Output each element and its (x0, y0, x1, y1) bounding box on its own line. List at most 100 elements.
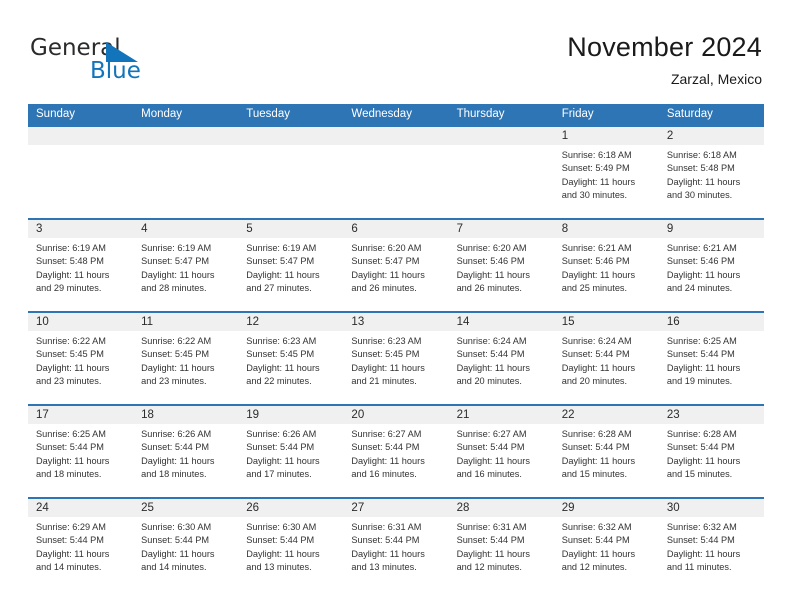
calendar-day-cell[interactable]: 27 Sunrise: 6:31 AM Sunset: 5:44 PM Dayligh… (343, 497, 449, 591)
daylight-duration-line2: and 25 minutes. (561, 282, 628, 293)
calendar-day-cell[interactable]: 13 Sunrise: 6:23 AM Sunset: 5:45 PM Dayligh… (343, 311, 449, 405)
daylight-duration-line1: Daylight: 11 hours (456, 362, 530, 373)
calendar-day-cell[interactable]: 4 Sunrise: 6:19 AM Sunset: 5:47 PM Daylight… (133, 218, 239, 312)
daylight-duration-line1: Daylight: 11 hours (36, 548, 110, 559)
daylight-duration-line2: and 17 minutes. (246, 468, 312, 479)
day-number: 28 (448, 499, 554, 517)
day-details: Sunrise: 6:23 AM Sunset: 5:45 PM Daylight:… (238, 331, 343, 388)
calendar-day-cell[interactable]: 23 Sunrise: 6:28 AM Sunset: 5:44 PM Dayligh… (658, 404, 764, 498)
day-details: Sunrise: 6:22 AM Sunset: 5:45 PM Daylight:… (133, 331, 238, 388)
sunrise-time: Sunrise: 6:19 AM (36, 243, 106, 253)
day-number (448, 127, 554, 145)
calendar-day-cell[interactable]: 11 Sunrise: 6:22 AM Sunset: 5:45 PM Dayligh… (133, 311, 239, 405)
calendar-day-cell[interactable]: 28 Sunrise: 6:31 AM Sunset: 5:44 PM Dayligh… (448, 497, 554, 591)
calendar-day-cell[interactable]: 15 Sunrise: 6:24 AM Sunset: 5:44 PM Dayligh… (553, 311, 659, 405)
daylight-duration-line1: Daylight: 11 hours (36, 269, 110, 280)
day-number: 20 (343, 406, 449, 424)
day-number: 4 (133, 220, 239, 238)
day-number: 3 (28, 220, 134, 238)
calendar-day-cell[interactable]: 17 Sunrise: 6:25 AM Sunset: 5:44 PM Dayligh… (28, 404, 134, 498)
day-number: 8 (553, 220, 659, 238)
sunset-time: Sunset: 5:44 PM (351, 442, 420, 453)
daylight-duration-line1: Daylight: 11 hours (246, 362, 320, 373)
calendar-day-cell[interactable]: 1 Sunrise: 6:18 AM Sunset: 5:49 PM Daylight… (553, 125, 659, 219)
calendar-day-cell[interactable]: 19 Sunrise: 6:26 AM Sunset: 5:44 PM Dayligh… (238, 404, 344, 498)
sunset-time: Sunset: 5:47 PM (141, 256, 210, 267)
calendar-week-row: 1 Sunrise: 6:18 AM Sunset: 5:49 PM Daylight… (28, 125, 764, 219)
sunrise-time: Sunrise: 6:26 AM (141, 429, 212, 439)
day-details: Sunrise: 6:29 AM Sunset: 5:44 PM Daylight:… (28, 517, 133, 574)
day-details: Sunrise: 6:27 AM Sunset: 5:44 PM Daylight:… (449, 424, 554, 481)
sunrise-time: Sunrise: 6:20 AM (351, 243, 422, 253)
day-details: Sunrise: 6:24 AM Sunset: 5:44 PM Daylight:… (554, 331, 659, 388)
calendar-day-cell[interactable]: 16 Sunrise: 6:25 AM Sunset: 5:44 PM Dayligh… (658, 311, 764, 405)
sunset-time: Sunset: 5:47 PM (246, 256, 315, 267)
day-number: 7 (448, 220, 554, 238)
sunrise-time: Sunrise: 6:28 AM (666, 429, 737, 439)
day-details: Sunrise: 6:24 AM Sunset: 5:44 PM Daylight:… (449, 331, 554, 388)
sunset-time: Sunset: 5:44 PM (141, 535, 210, 546)
daylight-duration-line2: and 26 minutes. (351, 282, 417, 293)
daylight-duration-line2: and 30 minutes. (666, 189, 733, 200)
calendar-day-cell[interactable]: 14 Sunrise: 6:24 AM Sunset: 5:44 PM Dayligh… (448, 311, 554, 405)
sunrise-time: Sunrise: 6:26 AM (246, 429, 317, 439)
calendar-day-cell[interactable]: 29 Sunrise: 6:32 AM Sunset: 5:44 PM Dayligh… (553, 497, 659, 591)
day-number: 24 (28, 499, 134, 517)
calendar-day-cell[interactable]: 21 Sunrise: 6:27 AM Sunset: 5:44 PM Dayligh… (448, 404, 554, 498)
calendar-day-cell[interactable]: 26 Sunrise: 6:30 AM Sunset: 5:44 PM Dayligh… (238, 497, 344, 591)
day-number: 23 (658, 406, 764, 424)
sunset-time: Sunset: 5:44 PM (36, 442, 104, 453)
calendar-day-cell[interactable]: 22 Sunrise: 6:28 AM Sunset: 5:44 PM Dayligh… (553, 404, 659, 498)
daylight-duration-line2: and 29 minutes. (36, 282, 102, 293)
calendar-day-cell[interactable]: 30 Sunrise: 6:32 AM Sunset: 5:44 PM Dayligh… (658, 497, 764, 591)
calendar-table: Sunday Monday Tuesday Wednesday Thursday… (28, 104, 764, 591)
daylight-duration-line2: and 20 minutes. (456, 375, 522, 386)
calendar-day-cell[interactable]: 25 Sunrise: 6:30 AM Sunset: 5:44 PM Dayligh… (133, 497, 239, 591)
day-details: Sunrise: 6:23 AM Sunset: 5:45 PM Daylight:… (343, 331, 448, 388)
sunrise-time: Sunrise: 6:24 AM (561, 336, 632, 346)
day-number: 6 (343, 220, 449, 238)
sunset-time: Sunset: 5:49 PM (561, 163, 630, 174)
day-details: Sunrise: 6:22 AM Sunset: 5:45 PM Daylight:… (28, 331, 133, 388)
day-details: Sunrise: 6:19 AM Sunset: 5:47 PM Daylight:… (238, 238, 343, 295)
calendar-day-cell[interactable]: 6 Sunrise: 6:20 AM Sunset: 5:47 PM Daylight… (343, 218, 449, 312)
calendar-day-cell[interactable]: 3 Sunrise: 6:19 AM Sunset: 5:48 PM Daylight… (28, 218, 134, 312)
sunset-time: Sunset: 5:44 PM (456, 349, 525, 360)
daylight-duration-line1: Daylight: 11 hours (36, 362, 110, 373)
day-number: 30 (658, 499, 764, 517)
day-details: Sunrise: 6:20 AM Sunset: 5:47 PM Daylight:… (343, 238, 448, 295)
calendar-day-cell[interactable]: 24 Sunrise: 6:29 AM Sunset: 5:44 PM Dayligh… (28, 497, 134, 591)
calendar-day-cell[interactable]: 18 Sunrise: 6:26 AM Sunset: 5:44 PM Dayligh… (133, 404, 239, 498)
calendar-week-row: 24 Sunrise: 6:29 AM Sunset: 5:44 PM Dayligh… (28, 497, 764, 591)
calendar-day-cell[interactable]: 12 Sunrise: 6:23 AM Sunset: 5:45 PM Dayligh… (238, 311, 344, 405)
sunset-time: Sunset: 5:44 PM (456, 535, 525, 546)
sunrise-time: Sunrise: 6:22 AM (36, 336, 106, 346)
daylight-duration-line2: and 15 minutes. (561, 468, 628, 479)
day-details: Sunrise: 6:31 AM Sunset: 5:44 PM Daylight:… (449, 517, 554, 574)
day-details: Sunrise: 6:19 AM Sunset: 5:48 PM Daylight:… (28, 238, 133, 295)
calendar-day-cell[interactable]: 10 Sunrise: 6:22 AM Sunset: 5:45 PM Dayligh… (28, 311, 134, 405)
day-number: 18 (133, 406, 239, 424)
day-details: Sunrise: 6:32 AM Sunset: 5:44 PM Daylight:… (659, 517, 764, 574)
calendar-day-cell[interactable]: 20 Sunrise: 6:27 AM Sunset: 5:44 PM Dayligh… (343, 404, 449, 498)
day-number (133, 127, 239, 145)
sunset-time: Sunset: 5:44 PM (561, 349, 630, 360)
logo-text-blue: Blue (90, 58, 141, 84)
calendar-day-cell[interactable]: 5 Sunrise: 6:19 AM Sunset: 5:47 PM Daylight… (238, 218, 344, 312)
sunset-time: Sunset: 5:44 PM (666, 349, 735, 360)
daylight-duration-line2: and 18 minutes. (36, 468, 102, 479)
calendar-day-cell[interactable]: 7 Sunrise: 6:20 AM Sunset: 5:46 PM Daylight… (448, 218, 554, 312)
sunset-time: Sunset: 5:44 PM (666, 535, 735, 546)
calendar-day-cell[interactable]: 8 Sunrise: 6:21 AM Sunset: 5:46 PM Daylight… (553, 218, 659, 312)
calendar-day-cell[interactable]: 9 Sunrise: 6:21 AM Sunset: 5:46 PM Daylight… (658, 218, 764, 312)
sunset-time: Sunset: 5:46 PM (666, 256, 735, 267)
sunset-time: Sunset: 5:48 PM (36, 256, 104, 267)
day-number: 14 (448, 313, 554, 331)
sunrise-time: Sunrise: 6:19 AM (246, 243, 317, 253)
daylight-duration-line2: and 23 minutes. (36, 375, 102, 386)
general-blue-logo[interactable]: General Blue (30, 36, 230, 90)
sunrise-time: Sunrise: 6:23 AM (246, 336, 317, 346)
daylight-duration-line2: and 24 minutes. (666, 282, 733, 293)
sunset-time: Sunset: 5:46 PM (456, 256, 525, 267)
calendar-day-cell[interactable]: 2 Sunrise: 6:18 AM Sunset: 5:48 PM Daylight… (658, 125, 764, 219)
